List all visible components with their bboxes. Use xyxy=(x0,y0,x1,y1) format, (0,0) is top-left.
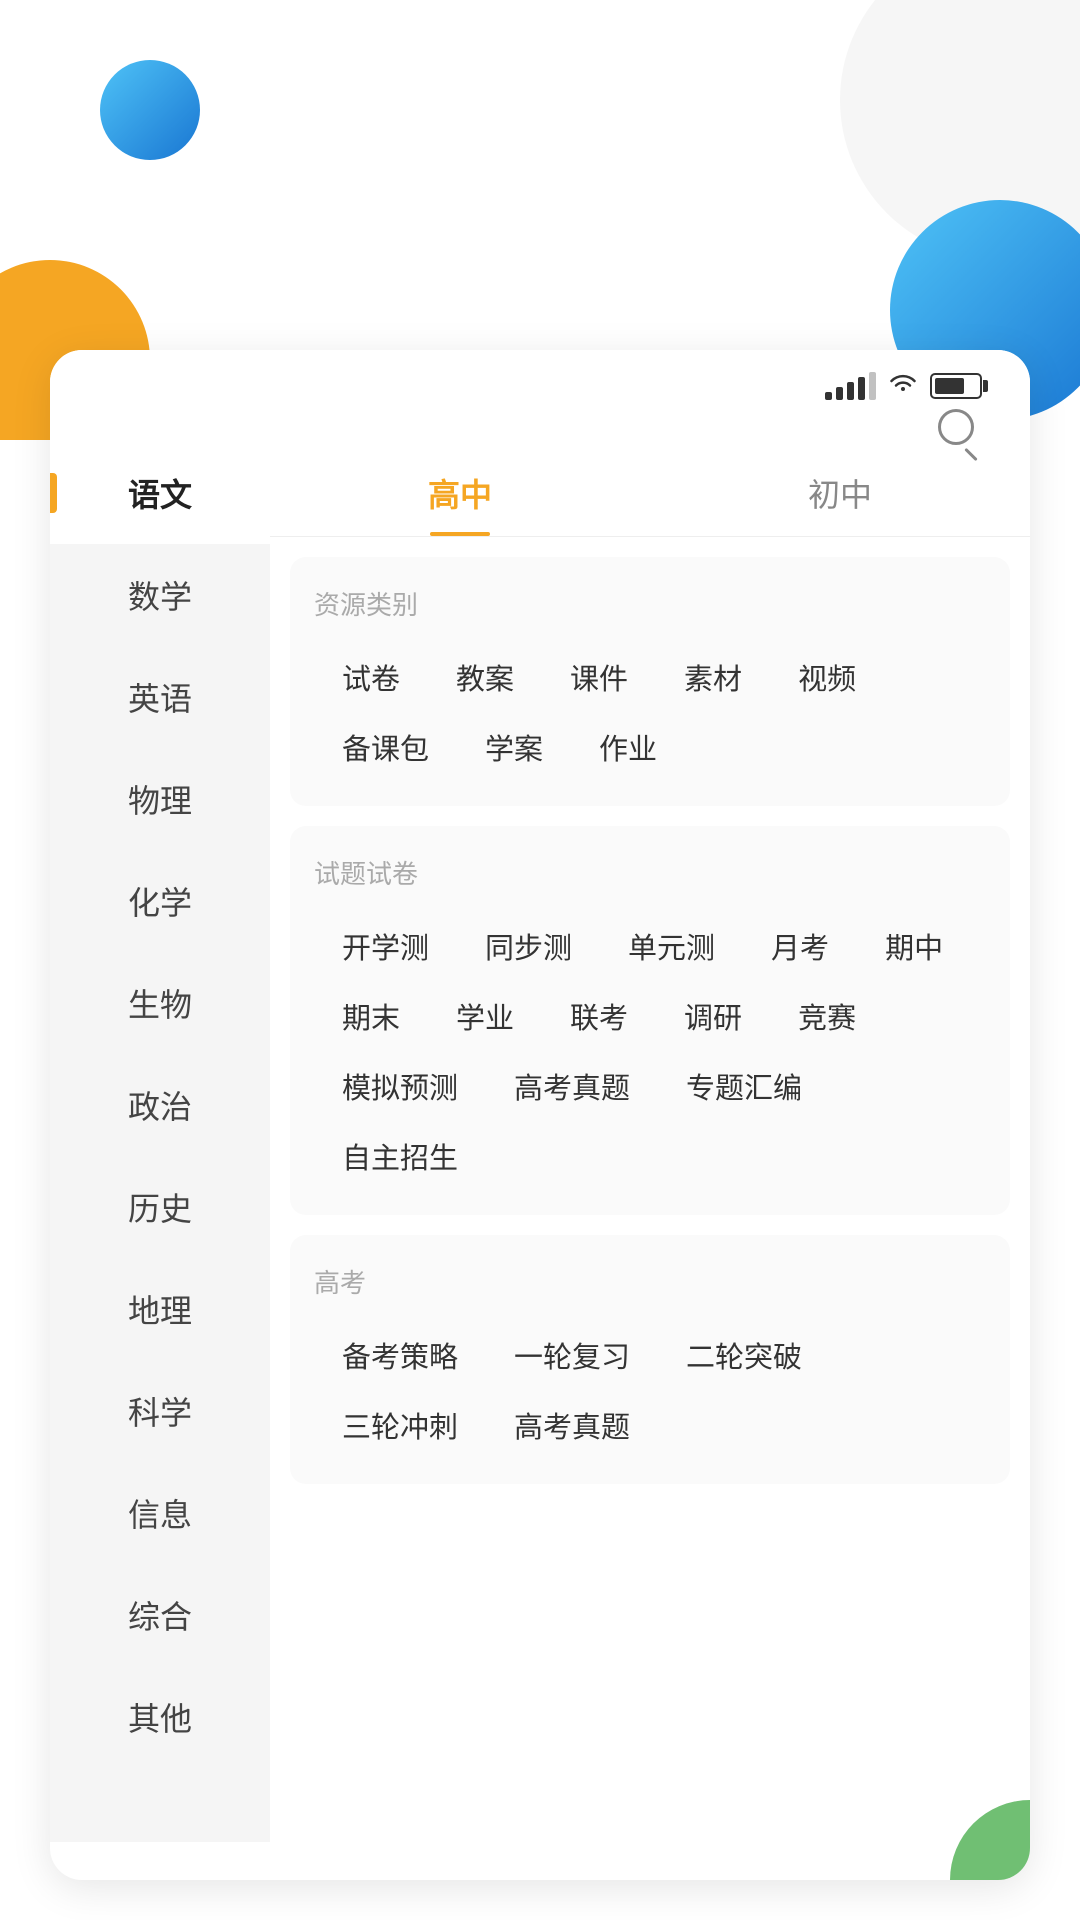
tag-备考策略[interactable]: 备考策略 xyxy=(314,1320,486,1390)
sidebar-item-数学[interactable]: 数学 xyxy=(50,544,270,646)
phone-card: 语文数学英语物理化学生物政治历史地理科学信息综合其他 高中初中 资源类别试卷教案… xyxy=(50,350,1030,1880)
tag-月考[interactable]: 月考 xyxy=(743,911,857,981)
tag-联考[interactable]: 联考 xyxy=(542,981,656,1051)
tag-二轮突破[interactable]: 二轮突破 xyxy=(658,1320,830,1390)
tag-试卷[interactable]: 试卷 xyxy=(314,642,428,712)
status-icons xyxy=(825,370,982,402)
tag-开学测[interactable]: 开学测 xyxy=(314,911,457,981)
deco-circle-blue xyxy=(100,60,200,160)
sidebar-item-地理[interactable]: 地理 xyxy=(50,1258,270,1360)
section-exam_types: 试题试卷开学测同步测单元测月考期中期末学业联考调研竞赛模拟预测高考真题专题汇编自… xyxy=(290,826,1010,1215)
right-content: 高中初中 资源类别试卷教案课件素材视频备课包学案作业试题试卷开学测同步测单元测月… xyxy=(270,442,1030,1842)
sidebar-item-科学[interactable]: 科学 xyxy=(50,1360,270,1462)
section-label-resource_types: 资源类别 xyxy=(314,585,986,622)
tag-调研[interactable]: 调研 xyxy=(656,981,770,1051)
main-content: 语文数学英语物理化学生物政治历史地理科学信息综合其他 高中初中 资源类别试卷教案… xyxy=(50,442,1030,1842)
tag-专题汇编[interactable]: 专题汇编 xyxy=(658,1051,830,1121)
sidebar-item-语文[interactable]: 语文 xyxy=(50,442,270,544)
sidebar-item-生物[interactable]: 生物 xyxy=(50,952,270,1054)
section-label-exam_types: 试题试卷 xyxy=(314,854,986,891)
section-resource_types: 资源类别试卷教案课件素材视频备课包学案作业 xyxy=(290,557,1010,806)
tag-单元测[interactable]: 单元测 xyxy=(600,911,743,981)
tag-期中[interactable]: 期中 xyxy=(857,911,971,981)
tag-备课包[interactable]: 备课包 xyxy=(314,712,457,782)
sidebar-item-物理[interactable]: 物理 xyxy=(50,748,270,850)
tags-row-gaokao: 备考策略一轮复习二轮突破三轮冲刺高考真题 xyxy=(314,1320,986,1460)
sidebar-item-政治[interactable]: 政治 xyxy=(50,1054,270,1156)
tag-课件[interactable]: 课件 xyxy=(542,642,656,712)
signal-icon xyxy=(825,372,876,400)
section-label-gaokao: 高考 xyxy=(314,1263,986,1300)
battery-icon xyxy=(930,373,982,399)
sidebar-item-化学[interactable]: 化学 xyxy=(50,850,270,952)
wifi-icon xyxy=(888,370,918,402)
sections-container: 资源类别试卷教案课件素材视频备课包学案作业试题试卷开学测同步测单元测月考期中期末… xyxy=(270,557,1030,1484)
tab-高中[interactable]: 高中 xyxy=(270,442,650,536)
tag-竞赛[interactable]: 竞赛 xyxy=(770,981,884,1051)
tag-视频[interactable]: 视频 xyxy=(770,642,884,712)
tag-素材[interactable]: 素材 xyxy=(656,642,770,712)
sidebar-item-历史[interactable]: 历史 xyxy=(50,1156,270,1258)
sidebar-item-英语[interactable]: 英语 xyxy=(50,646,270,748)
tag-学业[interactable]: 学业 xyxy=(428,981,542,1051)
top-nav xyxy=(50,412,1030,442)
left-sidebar: 语文数学英语物理化学生物政治历史地理科学信息综合其他 xyxy=(50,442,270,1842)
status-bar xyxy=(50,350,1030,412)
tag-一轮复习[interactable]: 一轮复习 xyxy=(486,1320,658,1390)
search-icon xyxy=(938,409,974,445)
tag-同步测[interactable]: 同步测 xyxy=(457,911,600,981)
tag-高考真题[interactable]: 高考真题 xyxy=(486,1051,658,1121)
tag-自主招生[interactable]: 自主招生 xyxy=(314,1121,486,1191)
tab-初中[interactable]: 初中 xyxy=(650,442,1030,536)
sidebar-item-信息[interactable]: 信息 xyxy=(50,1462,270,1564)
tag-期末[interactable]: 期末 xyxy=(314,981,428,1051)
category-tabs: 高中初中 xyxy=(270,442,1030,537)
tags-row-exam_types: 开学测同步测单元测月考期中期末学业联考调研竞赛模拟预测高考真题专题汇编自主招生 xyxy=(314,911,986,1191)
section-gaokao: 高考备考策略一轮复习二轮突破三轮冲刺高考真题 xyxy=(290,1235,1010,1484)
sidebar-item-其他[interactable]: 其他 xyxy=(50,1666,270,1768)
tag-三轮冲刺[interactable]: 三轮冲刺 xyxy=(314,1390,486,1460)
tags-row-resource_types: 试卷教案课件素材视频备课包学案作业 xyxy=(314,642,986,782)
tag-教案[interactable]: 教案 xyxy=(428,642,542,712)
tag-高考真题[interactable]: 高考真题 xyxy=(486,1390,658,1460)
tag-作业[interactable]: 作业 xyxy=(571,712,685,782)
tag-模拟预测[interactable]: 模拟预测 xyxy=(314,1051,486,1121)
tag-学案[interactable]: 学案 xyxy=(457,712,571,782)
sidebar-item-综合[interactable]: 综合 xyxy=(50,1564,270,1666)
